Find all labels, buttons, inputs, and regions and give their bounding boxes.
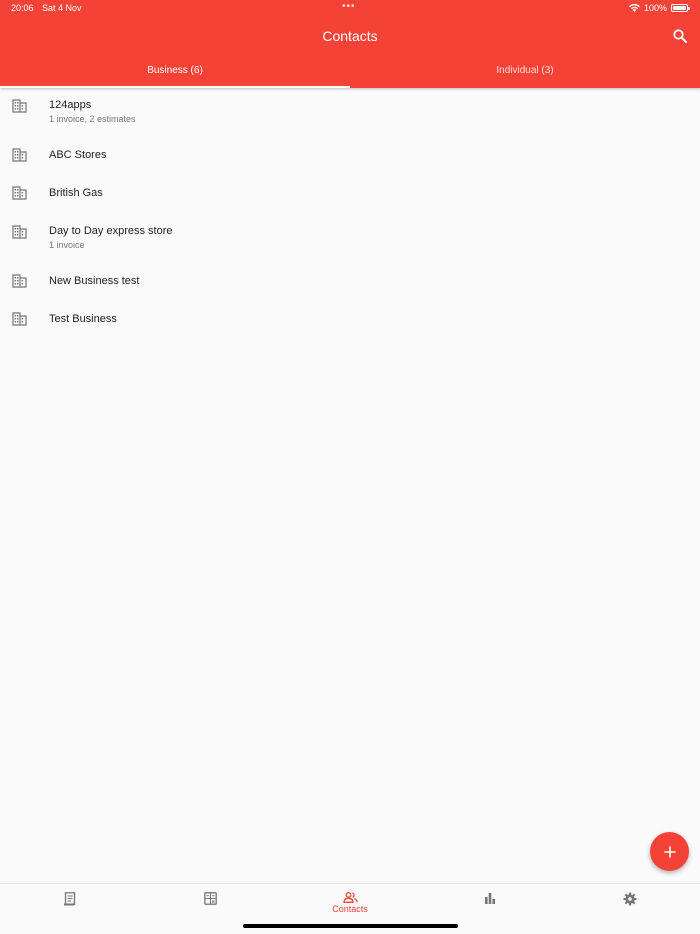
search-button[interactable] [668, 26, 692, 46]
home-indicator[interactable] [243, 924, 458, 928]
building-icon [12, 312, 27, 326]
page-title: Contacts [322, 28, 378, 44]
gear-icon [623, 892, 637, 906]
nav-contacts-label: Contacts [332, 904, 368, 914]
add-contact-button[interactable] [650, 832, 689, 871]
nav-settings[interactable] [560, 884, 700, 934]
wifi-icon [628, 4, 640, 12]
contact-name: 124apps [49, 99, 92, 111]
building-icon [12, 99, 27, 113]
tab-bar: Business (6) Individual (3) [0, 60, 700, 88]
plus-icon [663, 845, 676, 858]
list-item[interactable]: ABC Stores [0, 136, 700, 174]
status-bar: 20:06 Sat 4 Nov ••• 100% [0, 0, 700, 16]
battery-icon [671, 4, 690, 12]
contact-name: Test Business [49, 313, 117, 325]
building-icon [12, 274, 27, 288]
status-date: Sat 4 Nov [42, 3, 82, 13]
estimate-icon [203, 892, 217, 905]
list-item[interactable]: 124apps 1 invoice, 2 estimates [0, 88, 700, 136]
contact-detail: 1 invoice [49, 240, 85, 250]
building-icon [12, 186, 27, 200]
status-time: 20:06 [11, 3, 34, 13]
nav-invoices[interactable] [0, 884, 140, 934]
list-item[interactable]: British Gas [0, 174, 700, 212]
list-item[interactable]: Test Business [0, 300, 700, 338]
tab-business[interactable]: Business (6) [0, 60, 350, 88]
contact-detail: 1 invoice, 2 estimates [49, 114, 136, 124]
building-icon [12, 225, 27, 239]
contact-name: British Gas [49, 187, 103, 199]
contact-list: 124apps 1 invoice, 2 estimates ABC Store… [0, 88, 700, 338]
contacts-icon [342, 892, 358, 903]
list-item[interactable]: Day to Day express store 1 invoice [0, 212, 700, 262]
bar-chart-icon [485, 893, 495, 904]
invoice-icon [64, 892, 76, 906]
search-icon [673, 29, 687, 43]
app-header: 20:06 Sat 4 Nov ••• 100% Contacts Busine… [0, 0, 700, 88]
battery-percent: 100% [643, 3, 667, 13]
contact-name: New Business test [49, 275, 140, 287]
list-item[interactable]: New Business test [0, 262, 700, 300]
tab-individual[interactable]: Individual (3) [350, 60, 700, 88]
building-icon [12, 148, 27, 162]
contact-name: Day to Day express store [49, 225, 173, 237]
multitasking-dots-icon[interactable]: ••• [342, 1, 356, 12]
contact-name: ABC Stores [49, 149, 107, 161]
